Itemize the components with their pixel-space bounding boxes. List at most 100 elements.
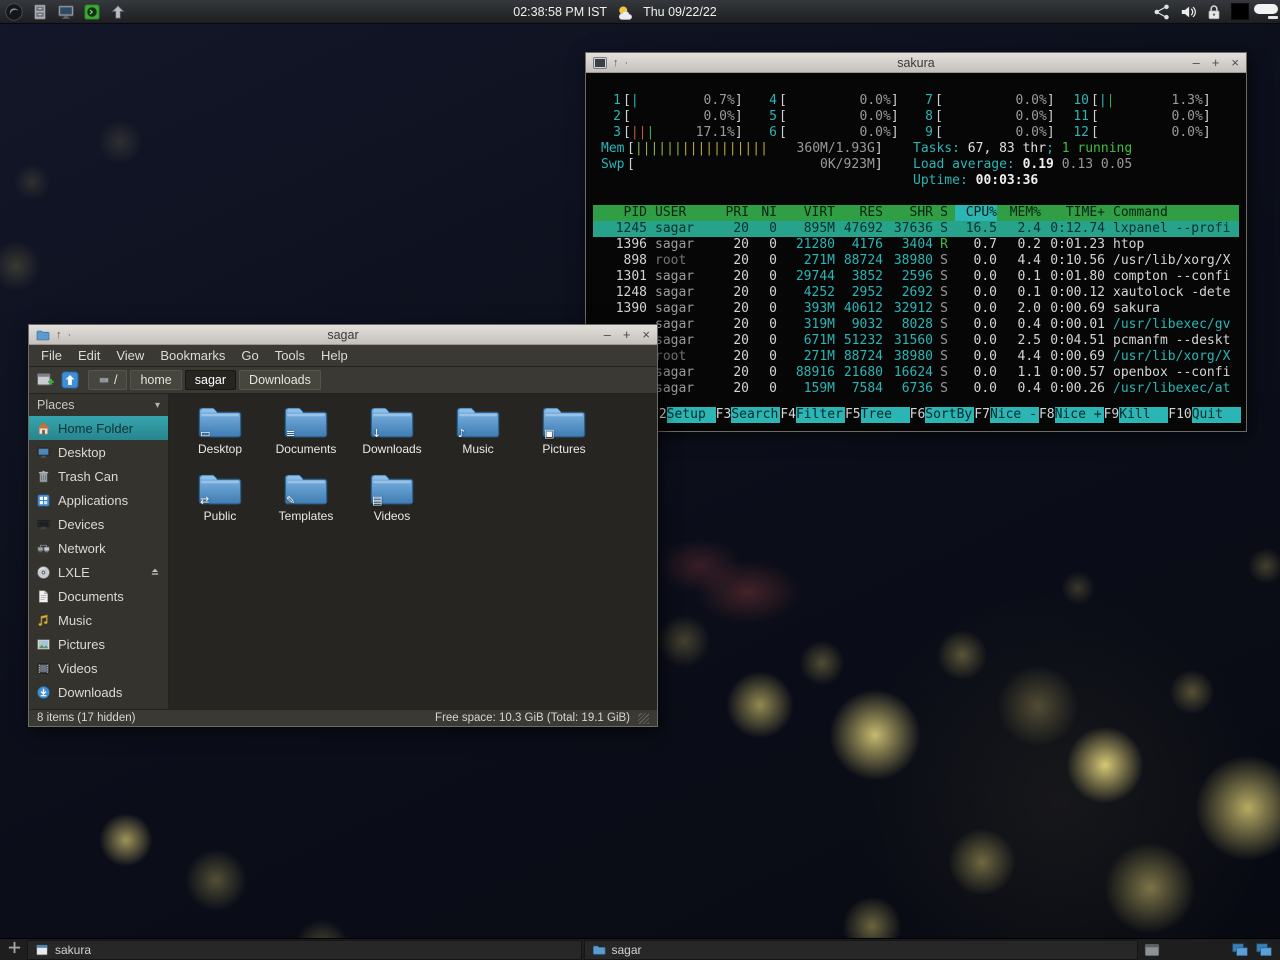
- process-row-898[interactable]: 898root200271M8872438980S0.04.40:10.56/u…: [593, 253, 1239, 269]
- maximize-button[interactable]: +: [1212, 56, 1220, 69]
- folder-pictures[interactable]: ▣Pictures: [521, 402, 607, 469]
- fkey-f2[interactable]: F2Setup: [651, 407, 716, 423]
- display-icon[interactable]: [57, 3, 75, 21]
- resize-grip[interactable]: [638, 713, 649, 724]
- column-header-ni[interactable]: NI: [749, 205, 777, 221]
- maximize-button[interactable]: +: [623, 328, 631, 341]
- file-manager-titlebar[interactable]: ↑ · sagar – + ×: [29, 325, 657, 345]
- folder-public[interactable]: ⇄Public: [177, 469, 263, 536]
- crumb-downloads[interactable]: Downloads: [239, 370, 321, 390]
- sidebar-item-videos[interactable]: Videos: [29, 656, 168, 680]
- folder-view[interactable]: ▭Desktop≡Documents↓Downloads♪Music▣Pictu…: [169, 394, 657, 709]
- task-button-sagar[interactable]: sagar: [584, 940, 1139, 960]
- process-row[interactable]: root200271M8872438980S0.04.40:00.69/usr/…: [593, 349, 1239, 365]
- column-header-mem[interactable]: MEM%: [997, 205, 1041, 221]
- process-row-1301[interactable]: 1301sagar2002974438522596S0.00.10:01.80c…: [593, 269, 1239, 285]
- terminal-green-icon[interactable]: [83, 3, 101, 21]
- column-header-s[interactable]: S: [933, 205, 955, 221]
- crumb-home[interactable]: home: [130, 370, 181, 390]
- menu-help[interactable]: Help: [313, 346, 356, 365]
- sidebar-item-applications[interactable]: Applications: [29, 488, 168, 512]
- fkey-f5[interactable]: F5Tree: [845, 407, 910, 423]
- column-header-cpu[interactable]: CPU%: [955, 205, 997, 221]
- fkey-f8[interactable]: F8Nice +: [1039, 407, 1104, 423]
- column-header-time[interactable]: TIME+: [1041, 205, 1105, 221]
- fkey-f3[interactable]: F3Search: [716, 407, 781, 423]
- shade-button[interactable]: ↑: [613, 57, 619, 69]
- up-arrow-icon[interactable]: [109, 3, 127, 21]
- column-header-command[interactable]: Command: [1105, 205, 1239, 221]
- eject-icon[interactable]: [149, 566, 161, 578]
- menu-tools[interactable]: Tools: [267, 346, 313, 365]
- close-button[interactable]: ×: [1231, 56, 1239, 69]
- sidebar-item-desktop[interactable]: Desktop: [29, 440, 168, 464]
- column-header-user[interactable]: USER: [647, 205, 715, 221]
- column-header-pid[interactable]: PID: [593, 205, 647, 221]
- sidebar-item-devices[interactable]: Devices: [29, 512, 168, 536]
- process-row[interactable]: sagar200319M90328028S0.00.40:00.01/usr/l…: [593, 317, 1239, 333]
- volume-icon[interactable]: [1179, 3, 1197, 21]
- weather-icon[interactable]: [615, 4, 635, 20]
- fkey-f4[interactable]: F4Filter: [780, 407, 845, 423]
- sidebar-item-documents[interactable]: Documents: [29, 584, 168, 608]
- column-header-virt[interactable]: VIRT: [777, 205, 835, 221]
- terminal-window[interactable]: ↑ · sakura – + × 1[|0.7%]4[0.0%]7[0.0%]1…: [585, 52, 1247, 432]
- fkey-f9[interactable]: F9Kill: [1104, 407, 1169, 423]
- file-cabinet-icon[interactable]: [31, 3, 49, 21]
- process-row-1396[interactable]: 1396sagar2002128041763404R0.70.20:01.23h…: [593, 237, 1239, 253]
- sidebar-item-pictures[interactable]: Pictures: [29, 632, 168, 656]
- terminal-titlebar[interactable]: ↑ · sakura – + ×: [586, 53, 1246, 73]
- file-manager-window[interactable]: ↑ · sagar – + × FileEditViewBookmarksGoT…: [28, 324, 658, 727]
- shade-button[interactable]: ↑: [56, 329, 62, 341]
- screens-icon[interactable]: [1255, 941, 1273, 959]
- fkey-f7[interactable]: F7Nice -: [974, 407, 1039, 423]
- process-row[interactable]: sagar200159M75846736S0.00.40:00.26/usr/l…: [593, 381, 1239, 397]
- process-row-1248[interactable]: 1248sagar200425229522692S0.00.10:00.12xa…: [593, 285, 1239, 301]
- window-list-icon[interactable]: [1143, 941, 1161, 959]
- minimize-button[interactable]: –: [604, 328, 611, 341]
- menu-go[interactable]: Go: [233, 346, 266, 365]
- menu-edit[interactable]: Edit: [70, 346, 108, 365]
- menu-view[interactable]: View: [108, 346, 152, 365]
- column-header-pri[interactable]: PRI: [715, 205, 749, 221]
- process-row[interactable]: sagar200889162168016624S0.01.10:00.57ope…: [593, 365, 1239, 381]
- new-tab-icon[interactable]: [35, 370, 55, 390]
- folder-desktop[interactable]: ▭Desktop: [177, 402, 263, 469]
- close-button[interactable]: ×: [642, 328, 650, 341]
- sidebar-item-lxle[interactable]: LXLE: [29, 560, 168, 584]
- column-header-shr[interactable]: SHR: [883, 205, 933, 221]
- go-up-blue-icon[interactable]: [60, 370, 80, 390]
- sidebar-item-home-folder[interactable]: Home Folder: [29, 416, 168, 440]
- crumb-root[interactable]: /: [88, 370, 127, 390]
- fkey-f6[interactable]: F6SortBy: [910, 407, 975, 423]
- black-applet-icon[interactable]: [1231, 3, 1249, 21]
- crumb-sagar[interactable]: sagar: [185, 370, 236, 390]
- sidebar-item-trash-can[interactable]: Trash Can: [29, 464, 168, 488]
- folder-music[interactable]: ♪Music: [435, 402, 521, 469]
- column-header-res[interactable]: RES: [835, 205, 883, 221]
- network-share-icon[interactable]: [1153, 3, 1171, 21]
- folder-documents[interactable]: ≡Documents: [263, 402, 349, 469]
- process-row-1245[interactable]: 1245sagar200895M4769237636S16.52.40:12.7…: [593, 221, 1239, 237]
- task-button-sakura[interactable]: sakura: [27, 940, 582, 960]
- desktop[interactable]: 02:38:58 PM IST Thu 09/22/22 ↑ · sakura …: [0, 0, 1280, 960]
- folder-templates[interactable]: ✎Templates: [263, 469, 349, 536]
- fkey-f10[interactable]: F10Quit: [1168, 407, 1240, 423]
- sidebar-item-downloads[interactable]: Downloads: [29, 680, 168, 704]
- screens-icon[interactable]: [1231, 941, 1249, 959]
- plus-icon[interactable]: [7, 940, 22, 955]
- menu-file[interactable]: File: [33, 346, 70, 365]
- sidebar-item-music[interactable]: Music: [29, 608, 168, 632]
- places-selector[interactable]: Places ▾: [29, 394, 168, 416]
- lock-icon[interactable]: [1205, 3, 1223, 21]
- sidebar-item-network[interactable]: Network: [29, 536, 168, 560]
- minimize-button[interactable]: –: [1193, 56, 1200, 69]
- clock[interactable]: 02:38:58 PM IST: [513, 5, 607, 19]
- date[interactable]: Thu 09/22/22: [643, 5, 717, 19]
- show-desktop-icon[interactable]: [1257, 3, 1275, 21]
- folder-videos[interactable]: ▤Videos: [349, 469, 435, 536]
- app-menu-icon[interactable]: [5, 3, 23, 21]
- window-menu-button[interactable]: ·: [68, 329, 72, 341]
- folder-downloads[interactable]: ↓Downloads: [349, 402, 435, 469]
- htop-terminal[interactable]: 1[|0.7%]4[0.0%]7[0.0%]10[||1.3%]2[0.0%]5…: [586, 73, 1246, 431]
